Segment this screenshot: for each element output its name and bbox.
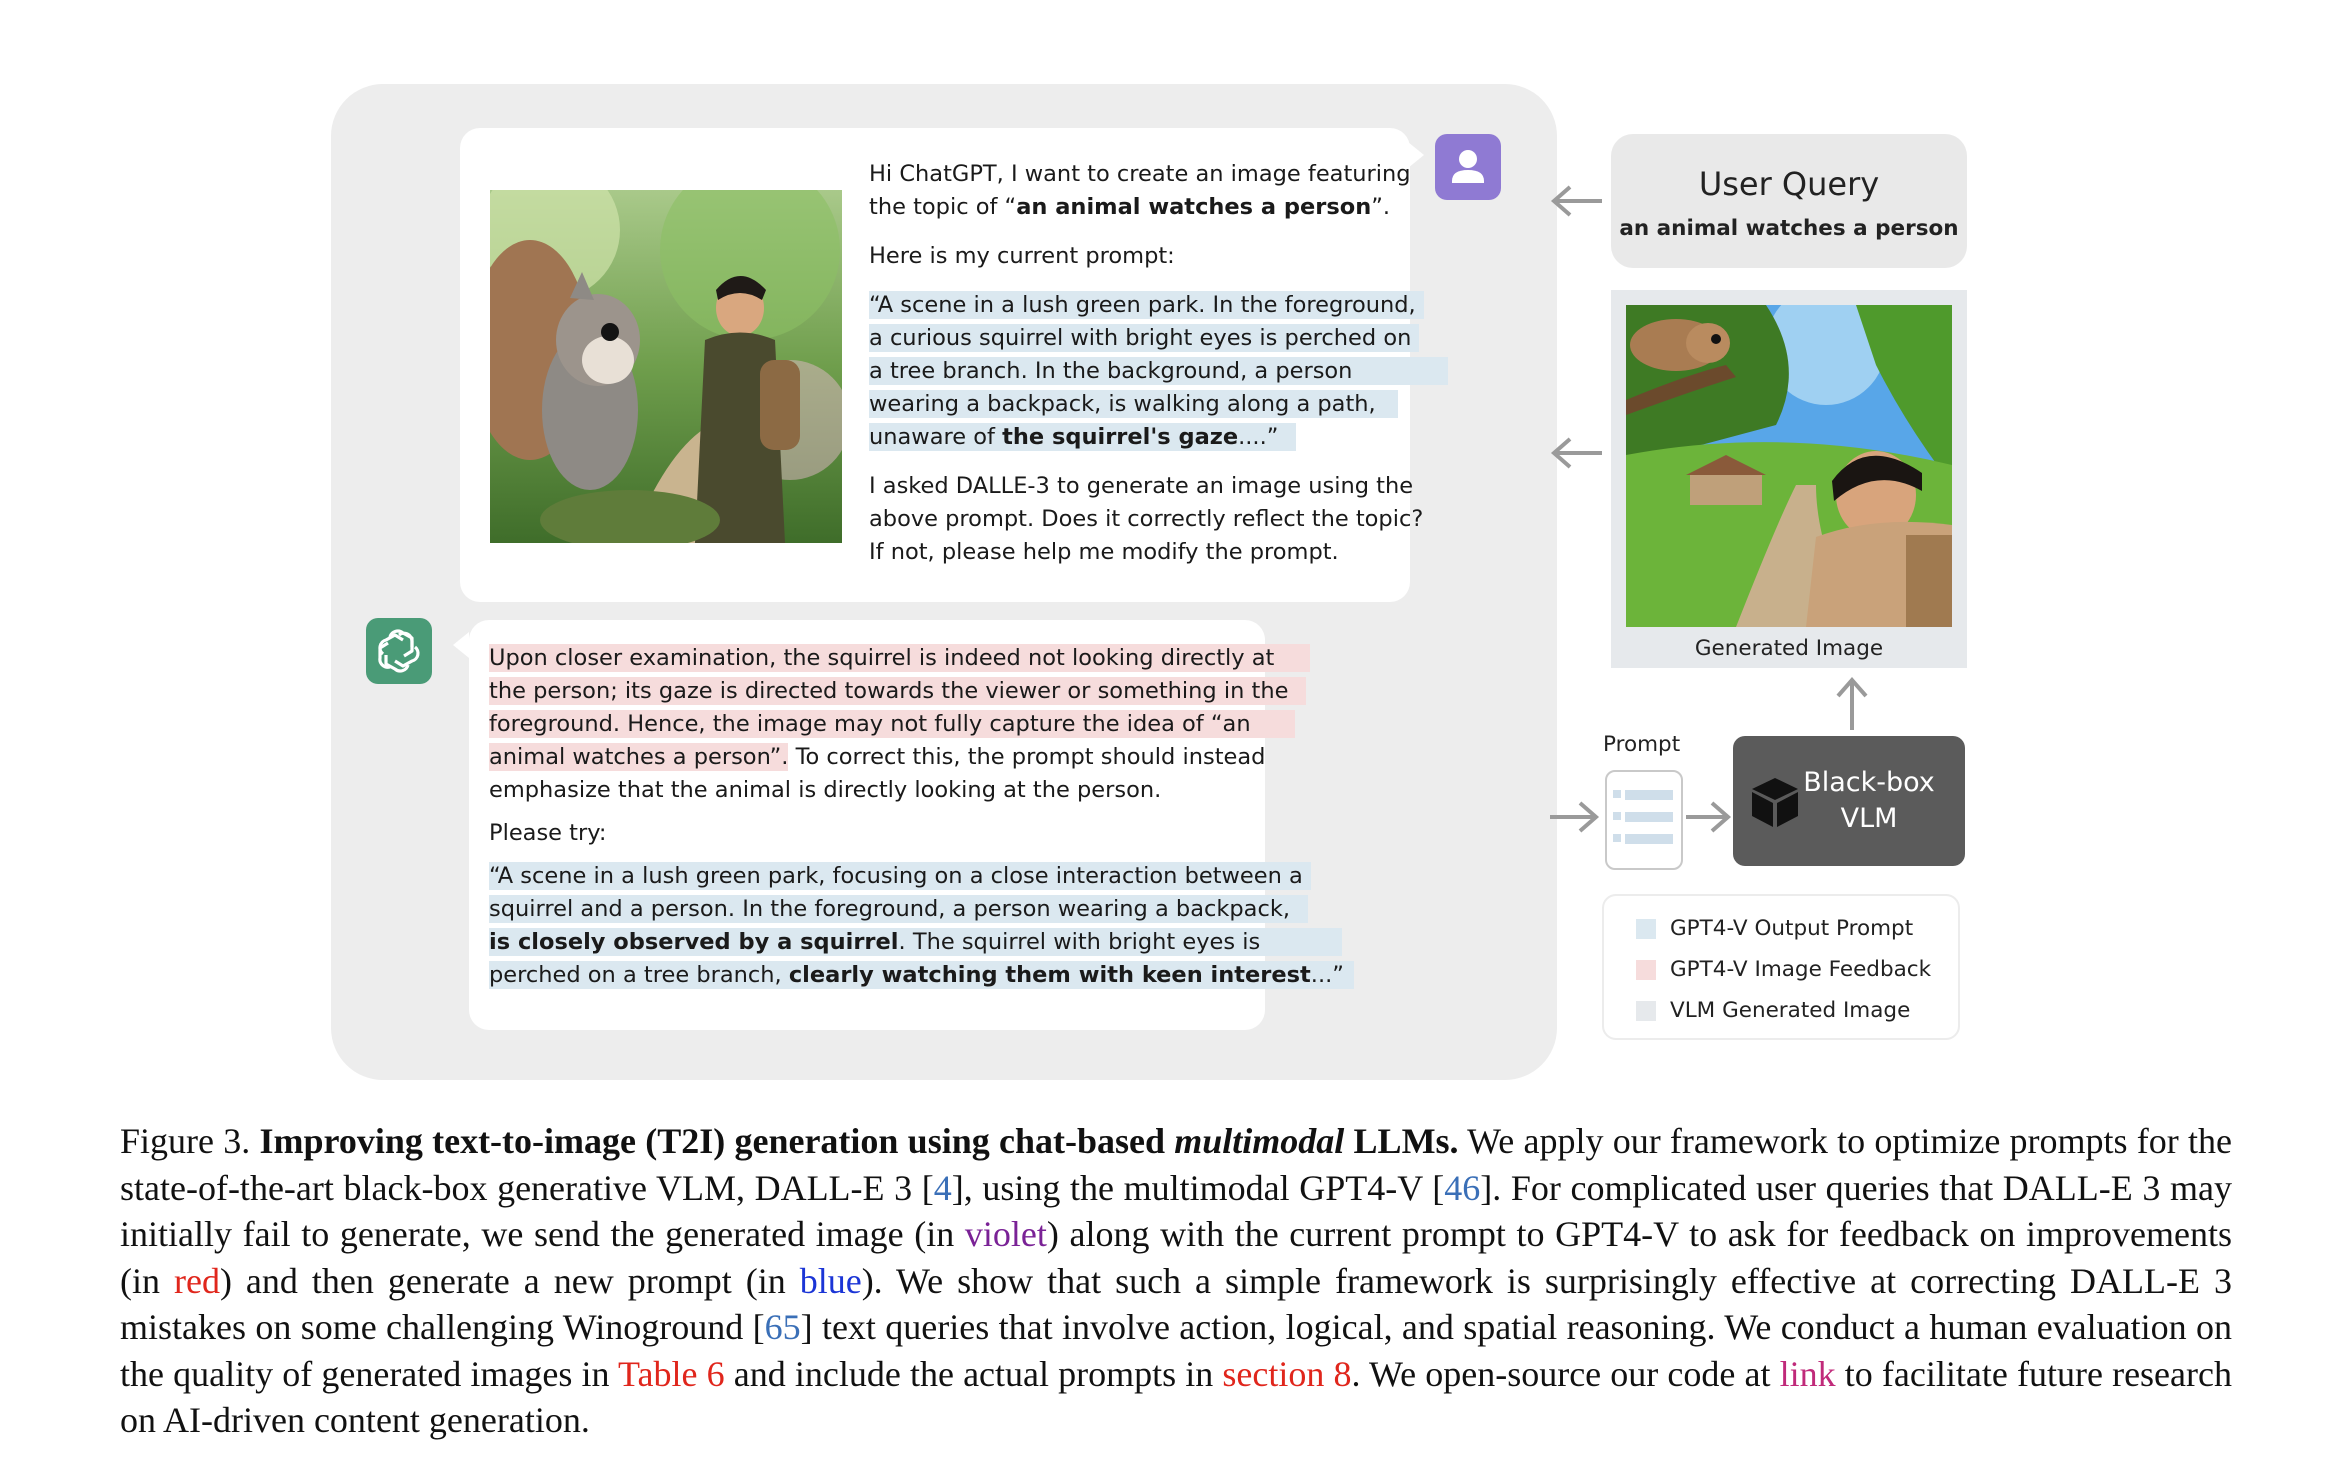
legend-swatch-red — [1636, 960, 1656, 980]
prompt-line: a tree branch. In the background, a pers… — [869, 355, 1449, 388]
arrow-left-icon — [1550, 185, 1602, 217]
question-line: above prompt. Does it correctly reflect … — [869, 506, 1424, 532]
section-link[interactable]: section 8 — [1222, 1354, 1351, 1394]
new-prompt-block: “A scene in a lush green park, focusing … — [489, 860, 1354, 992]
user-query-text: an animal watches a person — [1619, 216, 1959, 241]
user-message-text: Hi ChatGPT, I want to create an image fe… — [869, 158, 1449, 569]
openai-logo-icon — [378, 629, 420, 673]
feedback-line: the person; its gaze is directed towards… — [489, 675, 1307, 708]
person-icon — [1452, 150, 1484, 183]
chatgpt-avatar — [366, 618, 432, 684]
prompt-line: “A scene in a lush green park. In the fo… — [869, 289, 1424, 322]
feedback-line: Upon closer examination, the squirrel is… — [489, 642, 1311, 675]
prompt-label: Prompt — [1603, 732, 1681, 757]
dalle-generated-image-2 — [1626, 305, 1952, 627]
citation-link[interactable]: 4 — [934, 1168, 952, 1208]
feedback-line: animal watches a person”. To correct thi… — [489, 743, 1266, 771]
arrow-up-icon — [1836, 676, 1868, 730]
prompt-line: a curious squirrel with bright eyes is p… — [869, 322, 1420, 355]
gpt-message-text: Upon closer examination, the squirrel is… — [489, 642, 1354, 992]
prompt-line: unaware of the squirrel's gaze....” — [869, 421, 1389, 454]
please-try-label: Please try: — [489, 820, 607, 846]
user-intro-line-1: Hi ChatGPT, I want to create an image fe… — [869, 161, 1411, 187]
legend-item-output-prompt: GPT4-V Output Prompt — [1636, 908, 1931, 949]
legend-item-generated-image: VLM Generated Image — [1636, 990, 1931, 1031]
legend-swatch-gray — [1636, 1001, 1656, 1021]
feedback-line: foreground. Hence, the image may not ful… — [489, 708, 1295, 741]
new-prompt-line: squirrel and a person. In the foreground… — [489, 893, 1309, 926]
citation-link[interactable]: 65 — [765, 1307, 801, 1347]
question-line: If not, please help me modify the prompt… — [869, 539, 1339, 565]
generated-image-label: Generated Image — [1694, 636, 1884, 661]
feedback-line: emphasize that the animal is directly lo… — [489, 777, 1162, 803]
legend-item-image-feedback: GPT4-V Image Feedback — [1636, 949, 1931, 990]
vlm-label-line1: Black-box — [1803, 767, 1935, 798]
user-question-block: I asked DALLE-3 to generate an image usi… — [869, 470, 1424, 569]
prompt-line: wearing a backpack, is walking along a p… — [869, 388, 1398, 421]
citation-link[interactable]: 46 — [1444, 1168, 1480, 1208]
feedback-block: Upon closer examination, the squirrel is… — [489, 642, 1311, 807]
current-prompt-block: “A scene in a lush green park. In the fo… — [869, 289, 1449, 454]
code-link[interactable]: link — [1780, 1354, 1836, 1394]
vlm-label-line2: VLM — [1840, 803, 1898, 834]
legend-swatch-blue — [1636, 919, 1656, 939]
user-intro-line-2: the topic of “an animal watches a person… — [869, 194, 1391, 220]
new-prompt-line: “A scene in a lush green park, focusing … — [489, 860, 1311, 893]
prompt-document-icon — [1605, 770, 1683, 870]
arrow-right-icon — [1550, 801, 1600, 833]
arrow-right-icon — [1686, 801, 1732, 833]
new-prompt-line: is closely observed by a squirrel. The s… — [489, 926, 1343, 959]
arrow-left-icon — [1550, 437, 1602, 469]
current-prompt-label: Here is my current prompt: — [869, 243, 1175, 269]
user-query-title: User Query — [1698, 165, 1880, 203]
legend-list: GPT4-V Output Prompt GPT4-V Image Feedba… — [1636, 908, 1931, 1031]
question-line: I asked DALLE-3 to generate an image usi… — [869, 473, 1414, 499]
table-link[interactable]: Table 6 — [618, 1354, 725, 1394]
figure-caption: Figure 3. Improving text-to-image (T2I) … — [120, 1121, 2233, 1440]
dalle-generated-image-1 — [490, 190, 842, 543]
user-avatar — [1435, 134, 1501, 200]
new-prompt-line: perched on a tree branch, clearly watchi… — [489, 959, 1354, 992]
